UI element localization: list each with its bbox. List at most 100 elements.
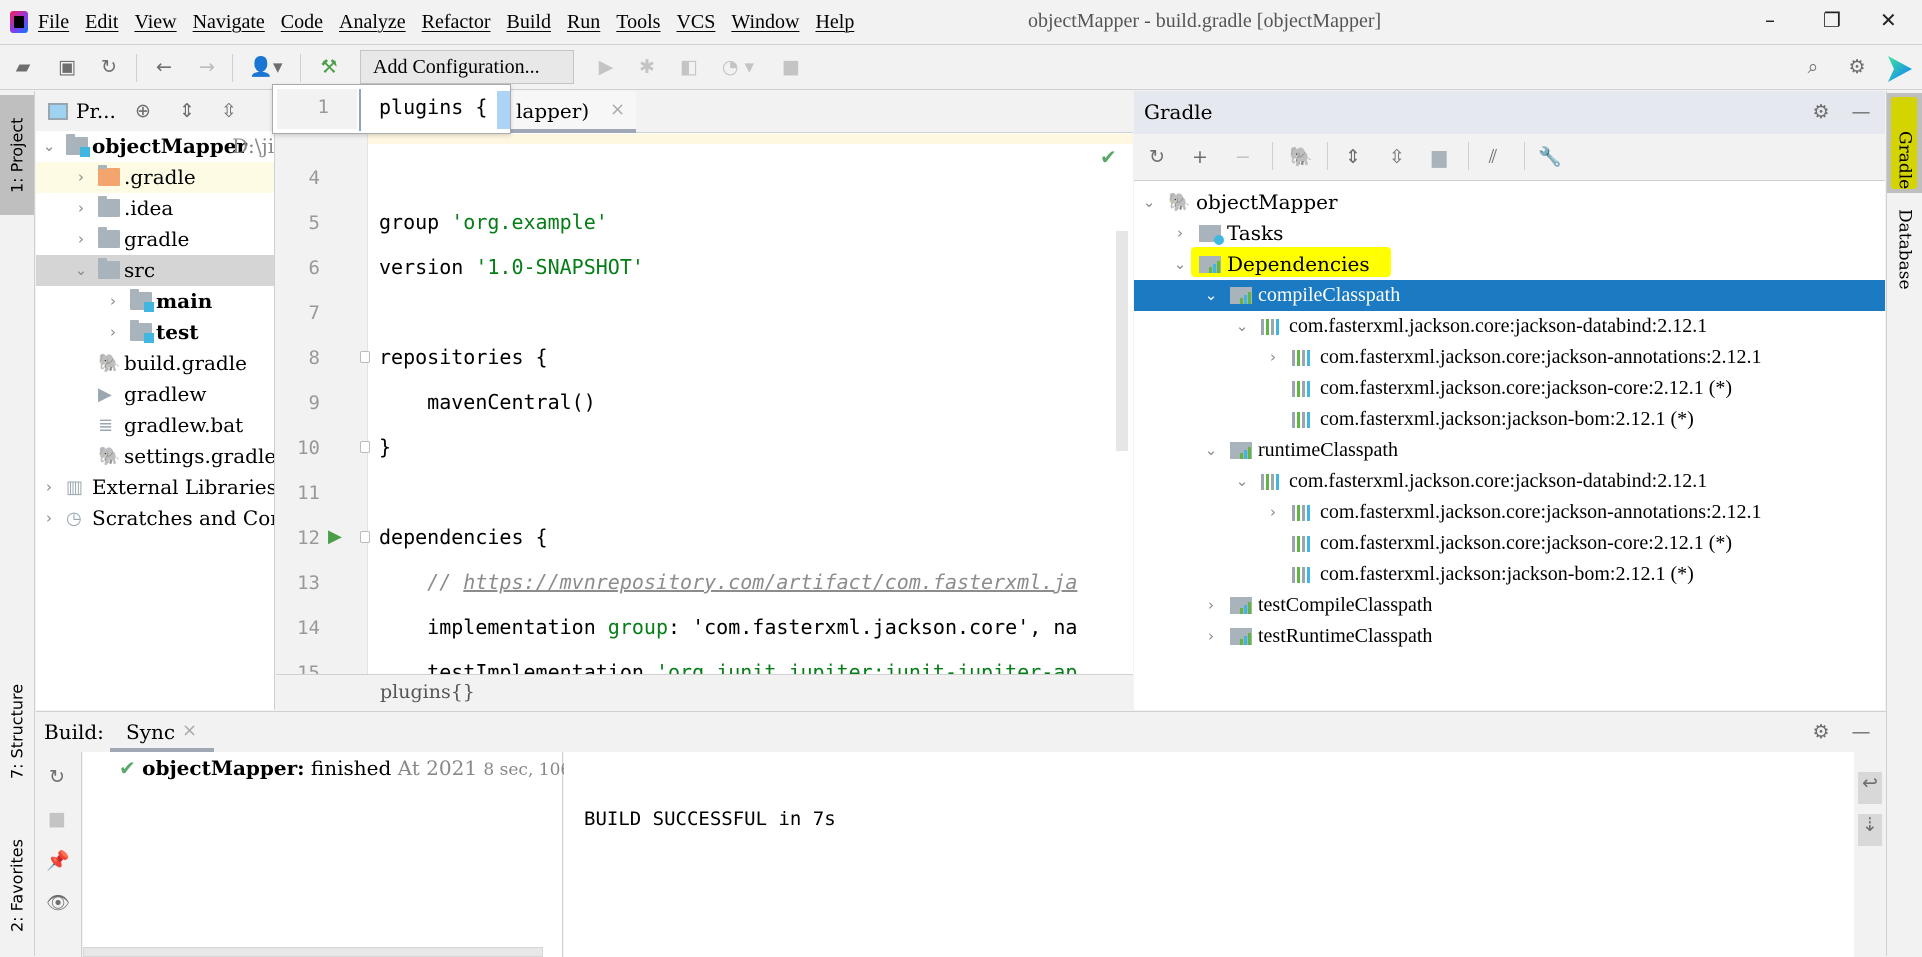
gradle-tree-item[interactable]: › com.fasterxml.jackson.core:jackson-anno… — [1134, 342, 1885, 373]
build-hammer-icon[interactable]: ⚒ — [318, 56, 340, 78]
gradle-tree-item[interactable]: com.fasterxml.jackson:jackson-bom:2.12.1… — [1134, 559, 1885, 590]
build-result-row[interactable]: ✔ objectMapper: finished At 2021 8 sec, … — [119, 756, 601, 780]
project-tree-item[interactable]: › ◷ Scratches and Con — [36, 503, 274, 534]
chevron-down-icon[interactable]: ⌄ — [74, 255, 88, 286]
project-view-selector[interactable]: Pr... — [76, 99, 116, 123]
chevron-right-icon[interactable]: › — [1204, 621, 1218, 652]
scroll-to-end-icon[interactable]: ⇣ — [1858, 814, 1882, 846]
execute-gradle-task-icon[interactable]: 🐘 — [1286, 146, 1316, 168]
gradle-tree-item[interactable]: com.fasterxml.jackson:jackson-bom:2.12.1… — [1134, 404, 1885, 435]
favorites-tool-button[interactable]: 2: Favorites — [0, 816, 34, 956]
code-line[interactable]: version '1.0-SNAPSHOT' — [379, 255, 644, 279]
project-tree-item[interactable]: › test — [36, 317, 274, 348]
menu-edit[interactable]: Edit — [85, 11, 118, 34]
reload-icon[interactable]: ↻ — [1146, 146, 1168, 168]
gradle-tree-item[interactable]: › testRuntimeClasspath — [1134, 621, 1885, 652]
gradle-tree-item[interactable]: ⌄ runtimeClasspath — [1134, 435, 1885, 466]
menu-tools[interactable]: Tools — [616, 11, 660, 34]
chevron-down-icon[interactable]: ⌄ — [1142, 187, 1156, 218]
menu-analyze[interactable]: Analyze — [339, 11, 406, 34]
gradle-tree-item[interactable]: ⌄ Dependencies — [1134, 247, 1885, 280]
menu-window[interactable]: Window — [731, 11, 799, 34]
stop-icon[interactable]: ■ — [46, 808, 68, 830]
group-modules-icon[interactable]: ▆ — [1428, 146, 1450, 168]
editor-tab[interactable]: lapper) × — [508, 91, 636, 133]
menu-vcs[interactable]: VCS — [676, 11, 715, 34]
gradle-tree-item[interactable]: › com.fasterxml.jackson.core:jackson-anno… — [1134, 497, 1885, 528]
structure-tool-button[interactable]: 7: Structure — [0, 671, 34, 791]
build-tool-settings-icon[interactable]: 🔧 — [1538, 146, 1562, 168]
soft-wrap-icon[interactable]: ↩ — [1858, 772, 1882, 804]
expand-all-icon[interactable]: ⇕ — [176, 100, 198, 122]
project-tree-item[interactable]: ⌄ src — [36, 255, 274, 286]
save-icon[interactable]: ▣ — [56, 56, 78, 78]
project-tree-item[interactable]: 🐘 settings.gradle — [36, 441, 274, 472]
close-tab-icon[interactable]: × — [610, 99, 625, 120]
chevron-right-icon[interactable]: › — [106, 317, 120, 348]
chevron-right-icon[interactable]: › — [106, 286, 120, 317]
code-line[interactable]: // https://mvnrepository.com/artifact/co… — [379, 570, 1077, 594]
chevron-down-icon[interactable]: ⌄ — [1235, 311, 1249, 342]
pin-icon[interactable]: 📌 — [46, 850, 70, 872]
profile-icon[interactable]: ◔ ▾ — [718, 56, 758, 78]
chevron-down-icon[interactable]: ⌄ — [1235, 466, 1249, 497]
chevron-down-icon[interactable]: ⌄ — [1204, 435, 1218, 466]
chevron-right-icon[interactable]: › — [74, 224, 88, 255]
stop-icon[interactable]: ■ — [780, 56, 802, 78]
sync-icon[interactable]: ↻ — [98, 56, 120, 78]
menu-file[interactable]: File — [38, 11, 69, 34]
url-link[interactable]: https://mvnrepository.com/artifact/com.f… — [463, 570, 1077, 594]
settings-icon[interactable]: ⚙ — [1846, 56, 1868, 78]
chevron-down-icon[interactable]: ⌄ — [1173, 249, 1187, 280]
chevron-right-icon[interactable]: › — [1266, 497, 1280, 528]
chevron-right-icon[interactable]: › — [42, 472, 56, 503]
menu-refactor[interactable]: Refactor — [422, 11, 491, 34]
gradle-tree-item[interactable]: ⌄ com.fasterxml.jackson.core:jackson-data… — [1134, 466, 1885, 497]
back-icon[interactable]: ← — [153, 56, 175, 78]
code-line[interactable]: mavenCentral() — [379, 390, 596, 414]
project-tool-button[interactable]: 1: Project — [0, 95, 34, 215]
project-tree-item[interactable]: ▶ gradlew — [36, 379, 274, 410]
view-options-icon[interactable]: 👁 — [46, 892, 70, 914]
restore-button[interactable]: ❐ — [1823, 8, 1841, 32]
menu-build[interactable]: Build — [507, 11, 551, 34]
gradle-tree-item[interactable]: › Tasks — [1134, 218, 1885, 249]
add-icon[interactable]: + — [1189, 146, 1211, 168]
fold-marker-icon[interactable] — [360, 351, 370, 363]
gradle-tree-item[interactable]: com.fasterxml.jackson.core:jackson-core:… — [1134, 373, 1885, 404]
project-tree-item[interactable]: › .gradle — [36, 162, 274, 193]
menu-run[interactable]: Run — [567, 11, 600, 34]
build-settings-icon[interactable]: ⚙ — [1810, 721, 1832, 743]
close-window-button[interactable]: ✕ — [1880, 8, 1897, 32]
chevron-down-icon[interactable]: ⌄ — [42, 131, 56, 162]
sync-tab[interactable]: Sync × — [110, 712, 214, 752]
menu-help[interactable]: Help — [815, 11, 854, 34]
chevron-right-icon[interactable]: › — [1204, 590, 1218, 621]
close-tab-icon[interactable]: × — [182, 720, 197, 741]
collapse-all-icon[interactable]: ⇳ — [1386, 146, 1408, 168]
project-tree-item[interactable]: › gradle — [36, 224, 274, 255]
debug-icon[interactable]: ✱ — [636, 56, 658, 78]
menu-view[interactable]: View — [134, 11, 176, 34]
toggle-offline-icon[interactable]: ⫽ — [1482, 146, 1504, 168]
gradle-tree-item[interactable]: › testCompileClasspath — [1134, 590, 1885, 621]
chevron-right-icon[interactable]: › — [42, 503, 56, 534]
gradle-tree-item[interactable]: ⌄ 🐘 objectMapper — [1134, 187, 1885, 218]
breadcrumb[interactable]: plugins{} — [380, 681, 475, 703]
menu-navigate[interactable]: Navigate — [193, 11, 265, 34]
project-tree-item[interactable]: ≣ gradlew.bat — [36, 410, 274, 441]
project-tree-item[interactable]: › ▥ External Libraries — [36, 472, 274, 503]
menu-code[interactable]: Code — [281, 11, 323, 34]
chevron-right-icon[interactable]: › — [74, 162, 88, 193]
database-tool-button[interactable]: Database — [1887, 209, 1922, 319]
gradle-tree-item[interactable]: com.fasterxml.jackson.core:jackson-core:… — [1134, 528, 1885, 559]
project-tree-item[interactable]: › .idea — [36, 193, 274, 224]
chevron-down-icon[interactable]: ⌄ — [1204, 280, 1218, 311]
user-icon[interactable]: 👤▾ — [248, 56, 284, 78]
chevron-right-icon[interactable]: › — [1173, 218, 1187, 249]
forward-icon[interactable]: → — [196, 56, 218, 78]
code-line[interactable]: } — [379, 435, 391, 459]
locate-file-icon[interactable]: ⊕ — [132, 100, 154, 122]
run-gutter-icon[interactable]: ▶ — [328, 526, 342, 547]
hide-panel-icon[interactable]: — — [1850, 101, 1872, 123]
